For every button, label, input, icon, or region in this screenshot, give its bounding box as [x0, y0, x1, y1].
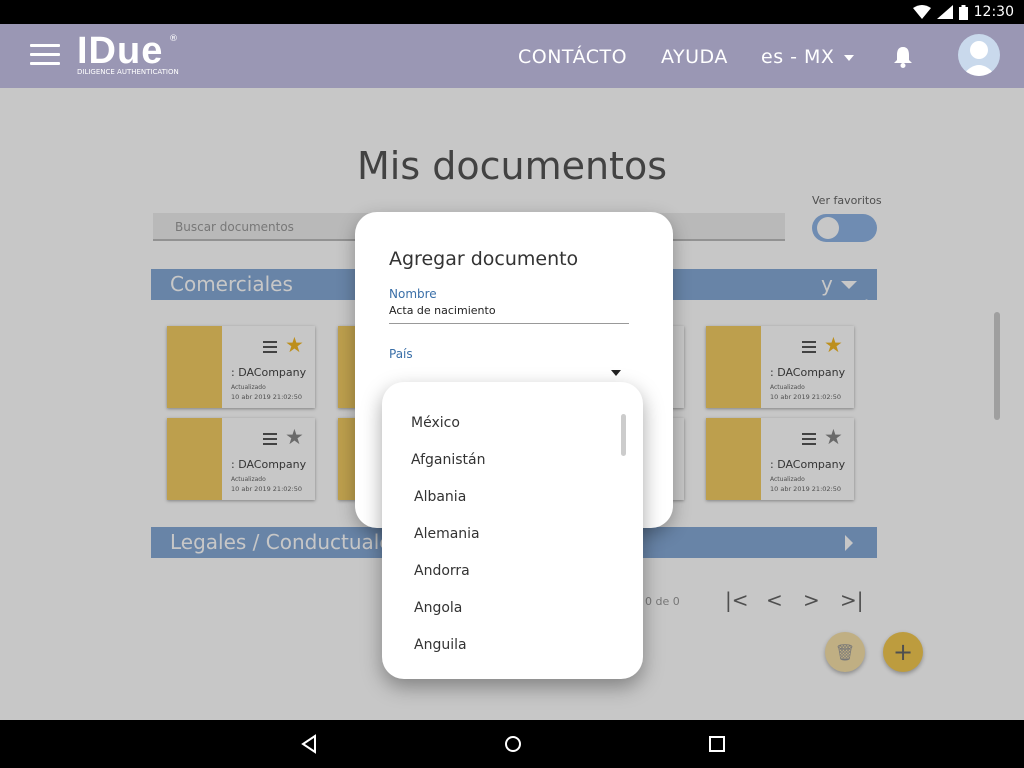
- locale-value: es - MX: [761, 46, 835, 68]
- dropdown-option[interactable]: Alemania: [414, 526, 480, 542]
- system-nav-bar: [0, 720, 1024, 768]
- name-label: Nombre: [389, 287, 437, 301]
- contact-link[interactable]: CONTÁCTO: [518, 46, 627, 68]
- dropdown-option[interactable]: Anguila: [414, 637, 467, 653]
- home-icon[interactable]: [503, 734, 523, 754]
- name-field[interactable]: Acta de nacimiento: [389, 304, 629, 324]
- country-dropdown: México Afganistán Albania Alemania Andor…: [382, 382, 643, 679]
- app-bar: IDue ® DILIGENCE AUTHENTICATION CONTÁCTO…: [0, 24, 1024, 88]
- bell-icon[interactable]: [893, 46, 913, 68]
- chevron-down-icon[interactable]: [611, 370, 621, 376]
- logo-text: IDue: [77, 30, 164, 72]
- avatar[interactable]: [958, 34, 1000, 76]
- logo: IDue ® DILIGENCE AUTHENTICATION: [77, 32, 179, 76]
- recents-icon[interactable]: [707, 734, 727, 754]
- dropdown-scrollbar[interactable]: [621, 414, 626, 456]
- help-link[interactable]: AYUDA: [661, 46, 728, 68]
- status-time: 12:30: [973, 4, 1014, 20]
- signal-icon: [936, 5, 953, 19]
- back-icon[interactable]: [299, 734, 319, 754]
- user-icon: [962, 41, 996, 76]
- dropdown-option[interactable]: Andorra: [414, 563, 470, 579]
- chevron-down-icon: [844, 54, 855, 61]
- dropdown-option[interactable]: México: [411, 415, 460, 431]
- dropdown-option[interactable]: Afganistán: [411, 452, 485, 468]
- wifi-icon: [912, 5, 931, 19]
- dialog-title: Agregar documento: [389, 248, 579, 270]
- battery-icon: [958, 4, 968, 20]
- logo-subtitle: DILIGENCE AUTHENTICATION: [77, 68, 179, 76]
- dropdown-option[interactable]: Albania: [414, 489, 466, 505]
- dropdown-option[interactable]: Angola: [414, 600, 462, 616]
- status-bar: 12:30: [0, 0, 1024, 24]
- locale-select[interactable]: es - MX: [761, 46, 855, 68]
- country-label: País: [389, 347, 413, 361]
- menu-icon[interactable]: [30, 44, 60, 68]
- logo-registered: ®: [169, 34, 178, 44]
